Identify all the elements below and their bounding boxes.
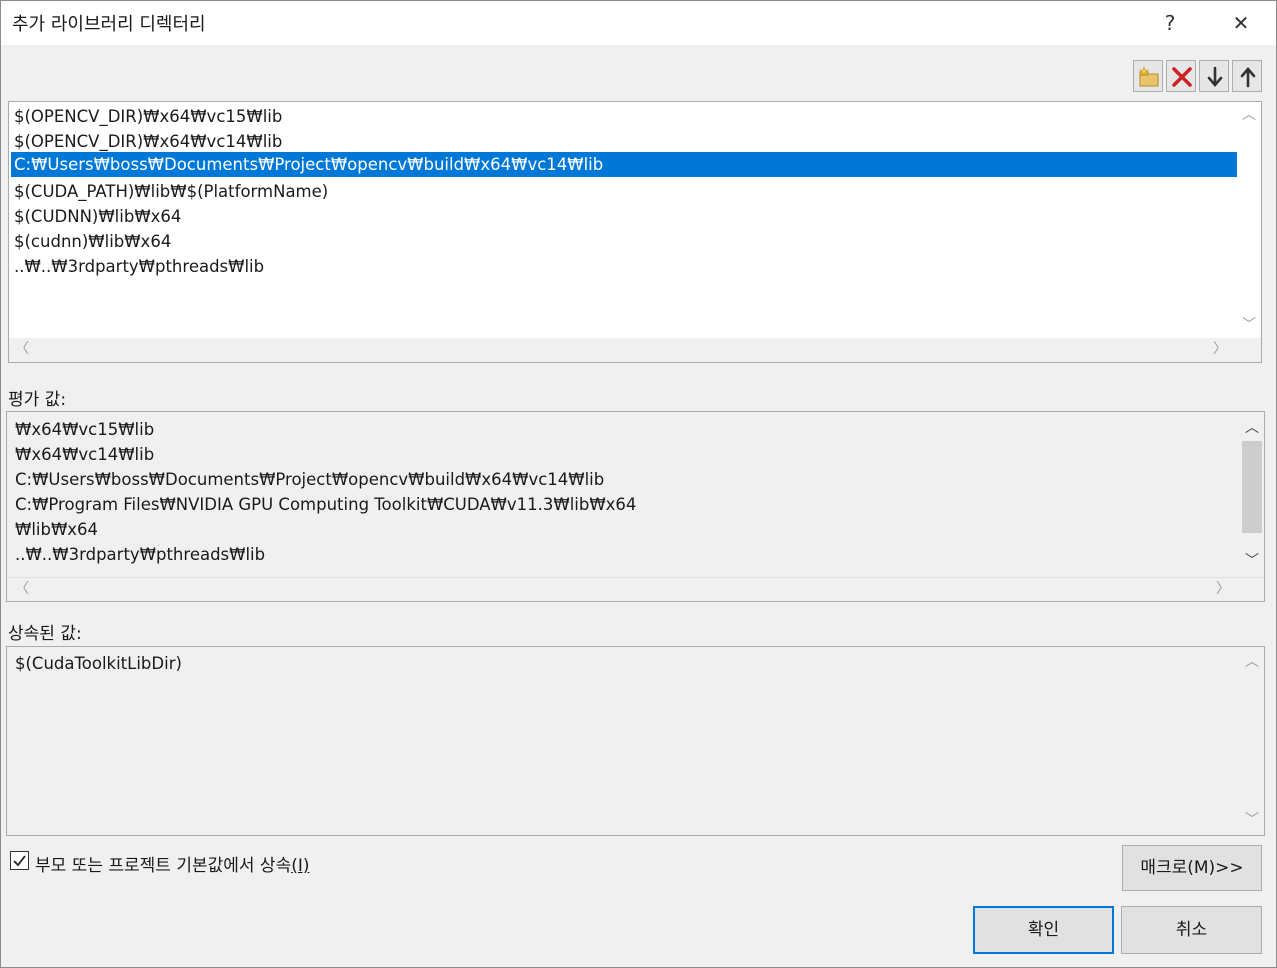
vertical-scrollbar[interactable]: ︿ ﹀ — [1240, 412, 1264, 576]
delete-line-button[interactable] — [1166, 60, 1196, 92]
scroll-down-icon[interactable]: ﹀ — [1237, 314, 1261, 336]
list-item[interactable]: $(cudnn)₩lib₩x64 — [11, 229, 1239, 254]
horizontal-scrollbar[interactable]: 〈 〉 — [7, 577, 1264, 601]
inherited-list: $(CudaToolkitLibDir) ︿ ﹀ — [6, 646, 1265, 836]
close-button[interactable]: ✕ — [1226, 8, 1256, 38]
scroll-thumb[interactable] — [1242, 441, 1262, 533]
directory-list[interactable]: $(OPENCV_DIR)₩x64₩vc15₩lib $(OPENCV_DIR)… — [8, 101, 1262, 363]
list-item: ₩lib₩x64 — [15, 520, 99, 539]
list-item: C:₩Users₩boss₩Documents₩Project₩opencv₩b… — [15, 470, 605, 489]
move-down-button[interactable] — [1199, 60, 1229, 92]
checkmark-icon — [13, 855, 26, 867]
vertical-scrollbar[interactable]: ︿ ﹀ — [1240, 647, 1264, 835]
scroll-up-icon[interactable]: ︿ — [1240, 651, 1264, 673]
scroll-up-icon[interactable]: ︿ — [1240, 417, 1264, 439]
horizontal-scrollbar[interactable]: 〈 〉 — [9, 338, 1261, 362]
evaluated-label: 평가 값: — [8, 390, 67, 410]
inherit-checkbox[interactable] — [10, 851, 29, 870]
inherit-label-text: 부모 또는 프로젝트 기본값에서 상속 — [35, 856, 292, 876]
scroll-down-icon[interactable]: ﹀ — [1240, 809, 1264, 831]
delete-icon — [1172, 67, 1192, 87]
list-item: C:₩Program Files₩NVIDIA GPU Computing To… — [15, 495, 637, 514]
move-up-icon — [1240, 67, 1256, 88]
cancel-button[interactable]: 취소 — [1121, 906, 1262, 954]
scroll-left-icon[interactable]: 〈 — [11, 338, 33, 362]
scroll-right-icon[interactable]: 〉 — [1209, 338, 1231, 362]
list-item: ₩x64₩vc14₩lib — [15, 445, 155, 464]
move-up-button[interactable] — [1232, 60, 1262, 92]
dialog-title: 추가 라이브러리 디렉터리 — [12, 14, 206, 35]
vertical-scrollbar[interactable]: ︿ ﹀ — [1237, 102, 1261, 338]
list-item: $(CudaToolkitLibDir) — [15, 654, 182, 673]
new-line-button[interactable] — [1133, 60, 1163, 92]
ok-button[interactable]: 확인 — [973, 906, 1114, 954]
scroll-down-icon[interactable]: ﹀ — [1240, 550, 1264, 572]
inherited-label: 상속된 값: — [8, 624, 82, 644]
list-item: ₩x64₩vc15₩lib — [15, 420, 155, 439]
new-folder-icon — [1139, 66, 1159, 87]
inherit-mnemonic: (I) — [291, 856, 310, 876]
macros-button[interactable]: 매크로(M)>> — [1122, 845, 1262, 891]
list-item[interactable]: $(CUDNN)₩lib₩x64 — [11, 204, 1239, 229]
evaluated-list: ₩x64₩vc15₩lib ₩x64₩vc14₩lib C:₩Users₩bos… — [6, 411, 1265, 602]
scroll-right-icon[interactable]: 〉 — [1212, 578, 1234, 601]
scroll-up-icon[interactable]: ︿ — [1237, 104, 1261, 126]
list-item: ..₩..₩3rdparty₩pthreads₩lib — [15, 545, 266, 564]
inherit-checkbox-label[interactable]: 부모 또는 프로젝트 기본값에서 상속(I) — [35, 851, 310, 876]
list-item[interactable]: $(CUDA_PATH)₩lib₩$(PlatformName) — [11, 179, 1239, 204]
list-item[interactable]: $(OPENCV_DIR)₩x64₩vc15₩lib — [11, 104, 1239, 129]
list-item[interactable]: ..₩..₩3rdparty₩pthreads₩lib — [11, 254, 1239, 279]
help-button[interactable]: ? — [1155, 8, 1185, 38]
scroll-left-icon[interactable]: 〈 — [11, 578, 33, 601]
list-item-selected[interactable]: C:₩Users₩boss₩Documents₩Project₩opencv₩b… — [11, 152, 1239, 177]
move-down-icon — [1207, 66, 1223, 87]
list-item[interactable]: $(OPENCV_DIR)₩x64₩vc14₩lib — [11, 129, 1239, 154]
